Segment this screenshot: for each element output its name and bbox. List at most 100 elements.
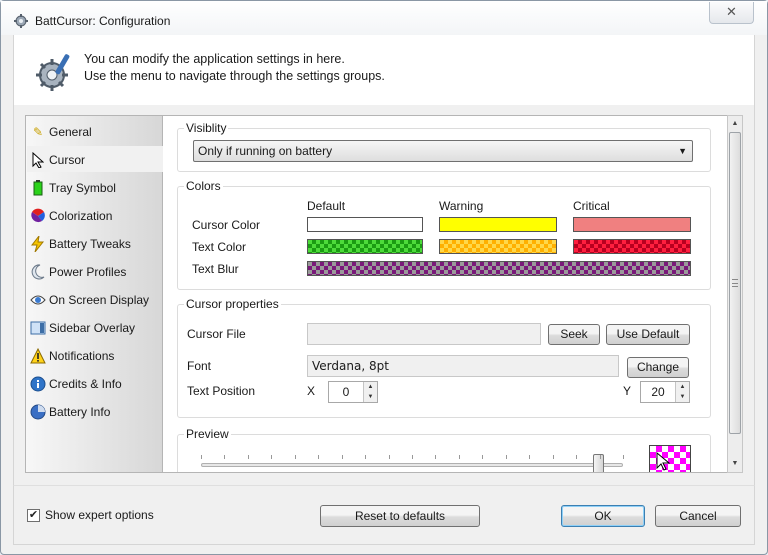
preview-slider-thumb[interactable] xyxy=(592,454,604,472)
lightning-icon xyxy=(30,235,46,253)
sidebar-item-label: Battery Tweaks xyxy=(49,237,131,251)
row-text-blur: Text Blur xyxy=(192,262,239,276)
sidebar-icon xyxy=(30,320,46,336)
header-line-2: Use the menu to navigate through the set… xyxy=(84,69,385,83)
cursor-color-warning-swatch[interactable] xyxy=(439,217,557,232)
battery-icon xyxy=(30,180,46,196)
slider-tick xyxy=(248,455,249,459)
x-label: X xyxy=(307,384,316,398)
cursor-properties-label: Cursor properties xyxy=(184,297,281,311)
sidebar-item-label: On Screen Display xyxy=(49,293,150,307)
sidebar-item-battery-tweaks[interactable]: Battery Tweaks xyxy=(27,230,163,256)
sidebar-item-label: Colorization xyxy=(49,209,113,223)
scroll-up-icon[interactable]: ▲ xyxy=(728,116,742,132)
sidebar-item-label: General xyxy=(49,125,92,139)
cursor-icon xyxy=(656,452,670,471)
text-color-critical-swatch[interactable] xyxy=(573,239,691,254)
cursor-file-field[interactable] xyxy=(307,323,541,345)
slider-tick xyxy=(295,455,296,459)
x-position-stepper[interactable]: 0 ▲ ▼ xyxy=(328,381,378,403)
slider-tick xyxy=(318,455,319,459)
text-position-label: Text Position xyxy=(187,384,256,398)
cancel-button[interactable]: Cancel xyxy=(655,505,741,527)
app-gear-icon xyxy=(14,14,28,28)
slider-tick xyxy=(271,455,272,459)
sidebar-item-on-screen-display[interactable]: On Screen Display xyxy=(27,286,163,312)
change-font-button[interactable]: Change xyxy=(627,357,689,378)
sidebar-item-battery-info[interactable]: Battery Info xyxy=(27,398,163,424)
slider-tick xyxy=(529,455,530,459)
text-color-default-swatch[interactable] xyxy=(307,239,423,254)
title-bar: BattCursor: Configuration ✕ xyxy=(1,1,767,35)
cursor-preview-image xyxy=(649,445,691,472)
y-position-stepper[interactable]: 20 ▲ ▼ xyxy=(640,381,690,403)
slider-tick xyxy=(623,455,624,459)
x-position-value: 0 xyxy=(342,385,350,399)
column-critical: Critical xyxy=(573,199,610,213)
preview-slider-track[interactable] xyxy=(201,463,623,467)
preview-label: Preview xyxy=(184,427,231,441)
vertical-scrollbar[interactable]: ▲ ▼ xyxy=(727,115,743,473)
seek-button[interactable]: Seek xyxy=(548,324,600,345)
y-label: Y xyxy=(623,384,632,398)
column-default: Default xyxy=(307,199,346,213)
sidebar-item-colorization[interactable]: Colorization xyxy=(27,202,163,228)
slider-tick xyxy=(389,455,390,459)
moon-icon xyxy=(30,264,46,280)
scrollbar-thumb[interactable] xyxy=(729,132,741,434)
sidebar-item-credits-info[interactable]: Credits & Info xyxy=(27,370,163,396)
config-window: BattCursor: Configuration ✕ You can modi… xyxy=(0,0,768,555)
sidebar-menu: ✎ General Cursor Tray Symbol Colorizatio… xyxy=(25,115,163,473)
visibility-selected-value: Only if running on battery xyxy=(198,144,333,158)
slider-tick xyxy=(600,455,601,459)
use-default-button[interactable]: Use Default xyxy=(606,324,690,345)
slider-tick xyxy=(224,455,225,459)
sidebar-item-label: Cursor xyxy=(49,153,86,167)
slider-tick xyxy=(506,455,507,459)
visibility-group-label: Visiblity xyxy=(184,121,229,135)
show-expert-options-checkbox[interactable]: ✔ xyxy=(27,509,40,522)
colors-group-label: Colors xyxy=(184,179,223,193)
cursor-color-critical-swatch[interactable] xyxy=(573,217,691,232)
slider-tick xyxy=(201,455,202,459)
cursor-icon xyxy=(30,151,46,169)
ok-button[interactable]: OK xyxy=(561,505,645,527)
settings-gears-icon xyxy=(36,54,70,91)
window-title: BattCursor: Configuration xyxy=(35,14,171,28)
pie-chart-icon xyxy=(30,404,46,420)
slider-tick xyxy=(342,455,343,459)
stepper-down-icon[interactable]: ▼ xyxy=(676,392,689,402)
header-line-1: You can modify the application settings … xyxy=(84,52,345,66)
row-cursor-color: Cursor Color xyxy=(192,218,261,232)
stepper-down-icon[interactable]: ▼ xyxy=(364,392,377,402)
slider-tick xyxy=(365,455,366,459)
y-position-value: 20 xyxy=(651,385,665,399)
sidebar-item-general[interactable]: ✎ General xyxy=(27,118,163,144)
preview-group: Preview xyxy=(177,427,711,472)
stepper-up-icon[interactable]: ▲ xyxy=(676,382,689,392)
font-label: Font xyxy=(187,359,212,373)
scroll-down-icon[interactable]: ▼ xyxy=(728,456,742,472)
sidebar-item-notifications[interactable]: Notifications xyxy=(27,342,163,368)
reset-defaults-button[interactable]: Reset to defaults xyxy=(320,505,480,527)
close-button[interactable]: ✕ xyxy=(709,2,754,24)
cursor-color-default-swatch[interactable] xyxy=(307,217,423,232)
sidebar-item-cursor[interactable]: Cursor xyxy=(27,146,163,172)
warning-icon xyxy=(30,347,46,364)
stepper-up-icon[interactable]: ▲ xyxy=(364,382,377,392)
sidebar-item-power-profiles[interactable]: Power Profiles xyxy=(27,258,163,284)
row-text-color: Text Color xyxy=(192,240,247,254)
sidebar-item-label: Tray Symbol xyxy=(49,181,116,195)
slider-tick xyxy=(412,455,413,459)
pencil-icon: ✎ xyxy=(32,125,44,139)
text-color-warning-swatch[interactable] xyxy=(439,239,557,254)
slider-tick xyxy=(553,455,554,459)
sidebar-item-sidebar-overlay[interactable]: Sidebar Overlay xyxy=(27,314,163,340)
settings-content: Visiblity Only if running on battery ▼ C… xyxy=(163,115,727,473)
sidebar-item-tray-symbol[interactable]: Tray Symbol xyxy=(27,174,163,200)
sidebar-item-label: Sidebar Overlay xyxy=(49,321,136,335)
cursor-file-label: Cursor File xyxy=(187,327,246,341)
text-blur-swatch[interactable] xyxy=(307,261,691,276)
visibility-dropdown[interactable]: Only if running on battery ▼ xyxy=(193,140,693,162)
close-icon: ✕ xyxy=(726,4,737,19)
